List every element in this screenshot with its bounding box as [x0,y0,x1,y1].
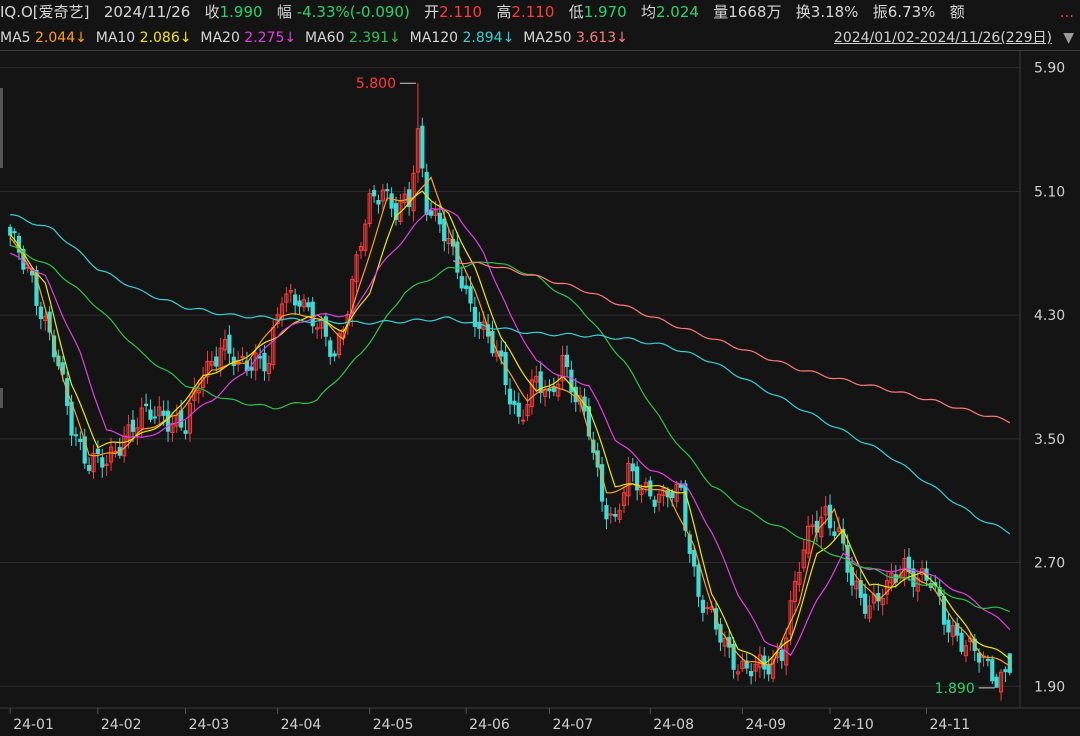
candle-up [521,419,526,422]
x-tick-label: 24-09 [745,717,786,733]
candle-down [148,409,153,420]
low-marker-label: 1.890 [935,681,975,697]
candle-down [648,480,653,497]
candle-down [604,505,609,520]
candle-down [990,659,995,682]
candle-down [512,400,517,405]
candle-down [464,285,469,289]
candle-down [165,410,171,432]
candle-down [95,448,100,454]
candle-down [376,200,381,205]
candle-down [332,353,337,357]
candle-down [293,294,298,306]
candle-down [613,513,618,517]
candle-down [297,300,302,307]
candle-up [705,607,710,610]
candle-down [87,465,92,471]
candle-down [564,354,570,368]
candle-down [12,231,17,234]
x-tick-label: 24-04 [281,717,322,733]
candle-down [73,434,79,437]
x-tick-label: 24-10 [833,717,874,733]
x-tick-label: 24-11 [930,717,971,733]
candle-up [25,266,30,269]
candle-down [516,402,521,417]
candle-down [692,550,697,567]
candle-down [630,463,635,472]
candle-down [371,190,377,197]
candle-down [459,276,464,289]
x-tick-label: 24-02 [101,717,142,733]
candle-down [569,369,574,393]
candle-down [227,334,232,354]
y-tick-label: 4.30 [1034,308,1065,324]
candle-down [551,387,556,392]
candle-down [959,632,964,652]
candle-down [977,652,982,663]
y-tick-label: 3.50 [1034,432,1065,448]
candle-down [700,599,706,613]
candle-down [779,649,784,661]
candle-down [328,340,333,357]
x-tick-label: 24-05 [373,717,414,733]
candle-down [442,218,447,242]
candle-down [385,189,390,192]
candle-down [696,564,701,597]
candle-down [941,596,947,625]
candle-down [8,226,13,236]
candle-down [257,356,263,359]
x-tick-label: 24-08 [653,717,694,733]
candle-down [547,388,552,392]
candle-down [161,410,166,416]
high-marker-label: 5.800 [356,76,396,92]
ma-line-ma60 [10,245,1011,613]
candle-down [1003,669,1008,673]
x-tick-label: 24-03 [189,717,230,733]
candle-down [437,212,442,225]
ma-line-ma250 [452,260,1011,424]
candle-down [670,491,675,499]
y-tick-label: 5.90 [1034,61,1065,77]
candle-down [183,430,188,434]
candle-down [179,410,184,428]
candle-down [306,302,311,308]
candle-down [152,416,157,419]
candle-down [428,210,434,216]
candle-down [472,306,478,327]
candle-down [100,457,105,468]
y-tick-label: 2.70 [1034,556,1065,572]
candle-down [683,483,688,531]
candle-down [985,658,990,661]
candle-down [946,619,951,633]
candle-down [262,352,267,372]
candle-down [749,671,754,677]
candle-down [130,419,136,432]
candle-up [113,450,118,453]
candle-down [389,193,394,209]
x-tick-label: 24-07 [552,717,593,733]
x-tick-label: 24-01 [13,717,54,733]
candle-down [420,125,425,169]
y-tick-label: 5.10 [1034,184,1065,200]
candle-down [507,388,513,405]
candle-down [38,306,43,319]
y-tick-label: 1.90 [1034,679,1065,695]
candle-down [766,664,771,675]
candle-down [78,438,83,442]
x-tick-label: 24-06 [469,717,510,733]
candle-down [424,172,429,215]
candle-down [652,499,657,507]
candle-down [863,593,868,614]
candle-down [1007,653,1012,673]
candlestick-chart[interactable]: 1.90 2.70 3.50 4.30 5.10 5.90 24-01 24-02 24-03 2… [0,0,1080,736]
candle-down [468,286,473,304]
candle-down [832,531,837,537]
candle-down [911,568,916,587]
candle-down [214,356,219,367]
candle-down [994,676,999,688]
candle-down [499,350,504,357]
candle-down [144,403,149,406]
